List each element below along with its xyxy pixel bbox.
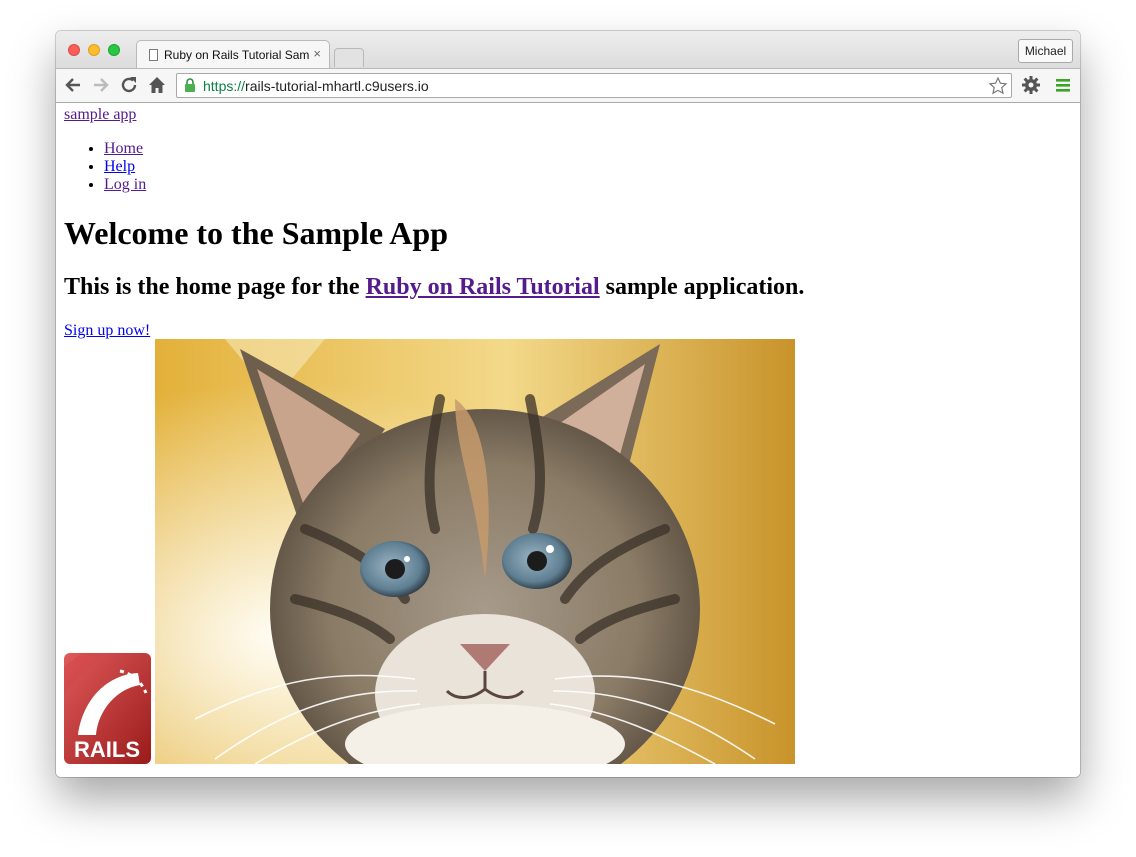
page-subtitle: This is the home page for the Ruby on Ra… [64, 274, 804, 301]
profile-button[interactable]: Michael [1018, 39, 1073, 63]
tab-close-icon[interactable]: × [313, 46, 321, 61]
nav-item-home: Home [104, 140, 146, 158]
title-bar: Ruby on Rails Tutorial Sample App × Mich… [56, 31, 1080, 69]
url-scheme: https:// [203, 78, 246, 94]
browser-window: Ruby on Rails Tutorial Sample App × Mich… [56, 31, 1080, 777]
gear-icon[interactable] [1020, 74, 1042, 96]
zoom-window-button[interactable] [108, 44, 120, 56]
main-nav: Home Help Log in [64, 140, 146, 194]
subtitle-prefix: This is the home page for the [64, 274, 366, 300]
rails-logo[interactable]: RAILS [64, 653, 151, 764]
page-title: Welcome to the Sample App [64, 215, 448, 251]
nav-link-login[interactable]: Log in [104, 176, 146, 193]
home-icon[interactable] [146, 74, 168, 96]
kitten-image [155, 339, 795, 777]
tutorial-link[interactable]: Ruby on Rails Tutorial [366, 274, 600, 300]
nav-item-help: Help [104, 158, 146, 176]
address-bar[interactable]: https://rails-tutorial-mhartl.c9users.io [176, 73, 1012, 98]
star-icon[interactable] [988, 76, 1008, 101]
url-host: rails-tutorial-mhartl.c9users.io [245, 78, 429, 94]
tab-title: Ruby on Rails Tutorial Sample App [164, 48, 309, 62]
lock-icon [184, 78, 196, 98]
new-tab-button[interactable] [334, 48, 364, 67]
nav-link-home[interactable]: Home [104, 140, 143, 157]
page-content: sample app Home Help Log in Welcome to t… [56, 103, 1080, 777]
reload-icon[interactable] [118, 74, 140, 96]
logo-link[interactable]: sample app [64, 106, 136, 124]
menu-icon[interactable] [1052, 74, 1074, 96]
signup-link[interactable]: Sign up now! [64, 322, 150, 340]
nav-item-login: Log in [104, 176, 146, 194]
page-icon [149, 49, 158, 61]
close-window-button[interactable] [68, 44, 80, 56]
minimize-window-button[interactable] [88, 44, 100, 56]
subtitle-suffix: sample application. [599, 274, 805, 300]
nav-link-help[interactable]: Help [104, 158, 135, 175]
forward-arrow-icon[interactable] [90, 74, 112, 96]
browser-tab[interactable]: Ruby on Rails Tutorial Sample App × [136, 40, 330, 69]
rails-logo-text: RAILS [74, 737, 140, 762]
back-arrow-icon[interactable] [62, 74, 84, 96]
url-text[interactable]: https://rails-tutorial-mhartl.c9users.io [203, 78, 429, 94]
browser-toolbar: https://rails-tutorial-mhartl.c9users.io [56, 68, 1080, 103]
